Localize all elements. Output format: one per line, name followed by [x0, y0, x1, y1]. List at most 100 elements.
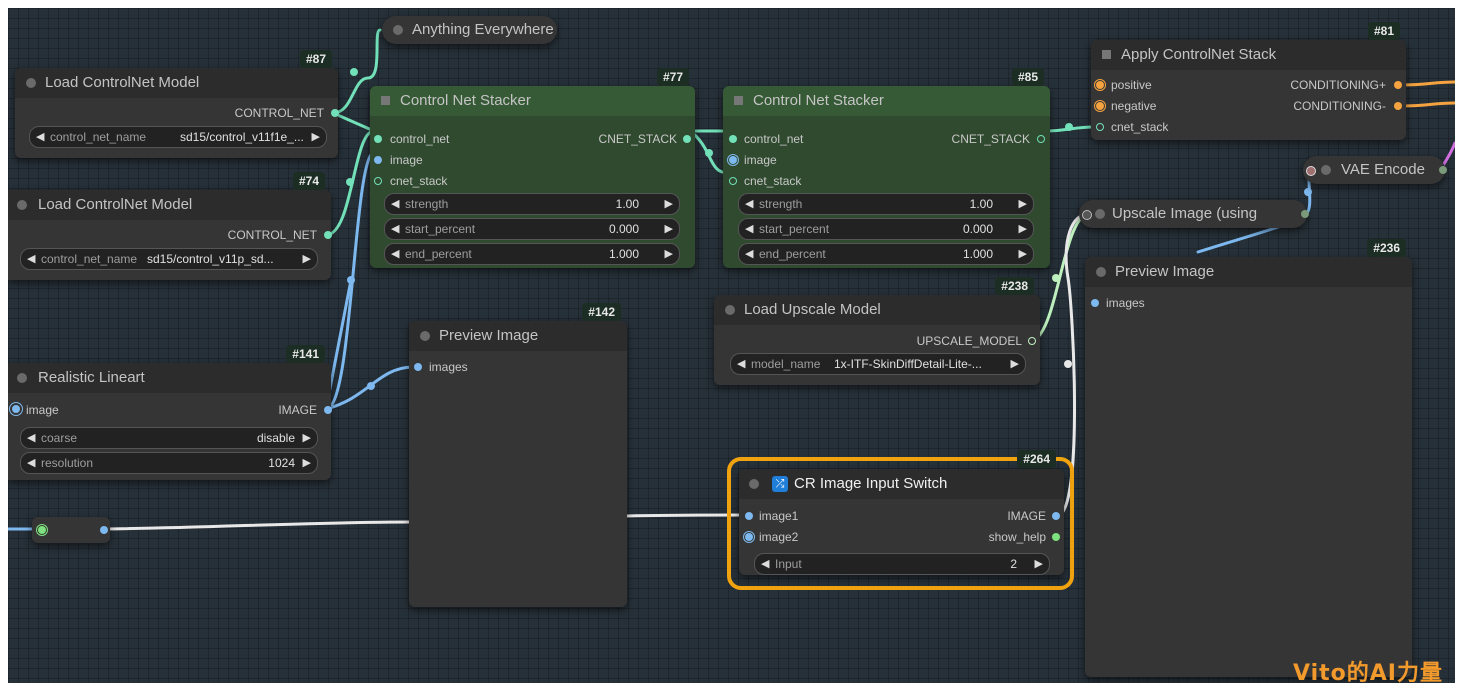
- output-pin[interactable]: [331, 109, 339, 117]
- input-pin[interactable]: [1096, 81, 1104, 89]
- input-pin[interactable]: [374, 156, 382, 164]
- output-pin[interactable]: [1052, 512, 1060, 520]
- collapse-dot-icon[interactable]: [420, 331, 430, 341]
- input-number[interactable]: ◀ Input 2 ▶: [754, 553, 1050, 575]
- input-pin[interactable]: [745, 533, 753, 541]
- arrow-right-icon[interactable]: ▶: [303, 428, 311, 448]
- arrow-left-icon[interactable]: ◀: [745, 194, 753, 214]
- collapse-dot-icon[interactable]: [725, 305, 735, 315]
- input-pin[interactable]: [12, 405, 20, 413]
- input-pin[interactable]: [729, 156, 737, 164]
- widget-value: disable: [256, 431, 295, 445]
- input-pin[interactable]: [1091, 299, 1099, 307]
- arrow-left-icon[interactable]: ◀: [27, 453, 35, 473]
- collapse-dot-icon[interactable]: [1095, 209, 1105, 219]
- widget-label: Input: [775, 557, 802, 571]
- arrow-right-icon[interactable]: ▶: [1011, 354, 1019, 374]
- collapse-square-icon[interactable]: [734, 96, 743, 105]
- output-pin[interactable]: [1037, 135, 1045, 143]
- apply-controlnet-stack-node[interactable]: #81 Apply ControlNet Stack positive nega…: [1091, 22, 1406, 140]
- widget-label: strength: [759, 197, 803, 211]
- arrow-left-icon[interactable]: ◀: [27, 428, 35, 448]
- coarse-combo[interactable]: ◀ coarse disable ▶: [20, 427, 318, 449]
- arrow-right-icon[interactable]: ▶: [303, 249, 311, 269]
- load-controlnet-node-87[interactable]: #87 Load ControlNet Model CONTROL_NET ◀ …: [15, 50, 339, 158]
- upscale-image-node[interactable]: Upscale Image (using: [1079, 200, 1309, 228]
- input-pin[interactable]: [729, 135, 737, 143]
- input-pin[interactable]: [374, 135, 382, 143]
- start-percent-number[interactable]: ◀ start_percent 0.000 ▶: [738, 218, 1034, 240]
- arrow-left-icon[interactable]: ◀: [737, 354, 745, 374]
- control-net-name-combo[interactable]: ◀ control_net_name sd15/control_v11p_sd.…: [20, 248, 318, 270]
- arrow-right-icon[interactable]: ▶: [665, 194, 673, 214]
- load-controlnet-node-74[interactable]: #74 Load ControlNet Model CONTROL_NET ◀ …: [8, 172, 332, 280]
- input-pin[interactable]: [1096, 123, 1104, 131]
- arrow-left-icon[interactable]: ◀: [391, 219, 399, 239]
- collapse-dot-icon[interactable]: [17, 200, 27, 210]
- output-pin[interactable]: [1394, 81, 1402, 89]
- output-pin[interactable]: [1301, 210, 1309, 218]
- collapse-dot-icon[interactable]: [393, 25, 403, 35]
- output-pin[interactable]: [1028, 337, 1036, 345]
- control-net-stacker-node-77[interactable]: #77 Control Net Stacker control_net imag…: [370, 68, 695, 268]
- strength-number[interactable]: ◀ strength 1.00 ▶: [738, 193, 1034, 215]
- output-pin[interactable]: [683, 135, 691, 143]
- input-pin[interactable]: [414, 363, 422, 371]
- anything-everywhere-node[interactable]: Anything Everywhere: [382, 16, 557, 44]
- arrow-left-icon[interactable]: ◀: [391, 194, 399, 214]
- arrow-left-icon[interactable]: ◀: [745, 219, 753, 239]
- arrow-right-icon[interactable]: ▶: [665, 219, 673, 239]
- model-name-combo[interactable]: ◀ model_name 1x-ITF-SkinDiffDetail-Lite-…: [730, 353, 1026, 375]
- arrow-right-icon[interactable]: ▶: [1019, 244, 1027, 264]
- input-pin[interactable]: [38, 526, 46, 534]
- end-percent-number[interactable]: ◀ end_percent 1.000 ▶: [738, 243, 1034, 265]
- reroute-node[interactable]: [32, 517, 110, 543]
- cr-image-input-switch-node[interactable]: #264 ⤮ CR Image Input Switch image1 imag…: [739, 450, 1064, 575]
- arrow-left-icon[interactable]: ◀: [391, 244, 399, 264]
- widget-label: control_net_name: [41, 252, 138, 266]
- arrow-right-icon[interactable]: ▶: [1035, 554, 1043, 574]
- collapse-dot-icon[interactable]: [17, 373, 27, 383]
- vae-encode-node[interactable]: VAE Encode: [1303, 156, 1447, 184]
- resolution-number[interactable]: ◀ resolution 1024 ▶: [20, 452, 318, 474]
- preview-image-node-142[interactable]: #142 Preview Image images: [409, 303, 627, 607]
- input-pin[interactable]: [1096, 102, 1104, 110]
- arrow-left-icon[interactable]: ◀: [36, 127, 44, 147]
- widget-value: 0.000: [608, 222, 639, 236]
- input-pin[interactable]: [374, 177, 382, 185]
- node-graph-canvas[interactable]: Anything Everywhere #87 Load ControlNet …: [8, 8, 1455, 683]
- output-pin[interactable]: [1439, 166, 1447, 174]
- control-net-stacker-node-85[interactable]: #85 Control Net Stacker control_net imag…: [723, 68, 1050, 268]
- arrow-right-icon[interactable]: ▶: [665, 244, 673, 264]
- output-pin[interactable]: [324, 231, 332, 239]
- output-pin[interactable]: [1052, 533, 1060, 541]
- collapse-square-icon[interactable]: [1102, 50, 1111, 59]
- preview-image-node-236[interactable]: #236 Preview Image images: [1085, 239, 1412, 677]
- arrow-left-icon[interactable]: ◀: [761, 554, 769, 574]
- start-percent-number[interactable]: ◀ start_percent 0.000 ▶: [384, 218, 680, 240]
- arrow-left-icon[interactable]: ◀: [745, 244, 753, 264]
- input-pin[interactable]: [745, 512, 753, 520]
- output-pin[interactable]: [324, 406, 332, 414]
- collapse-dot-icon[interactable]: [1321, 165, 1331, 175]
- arrow-right-icon[interactable]: ▶: [1019, 219, 1027, 239]
- arrow-left-icon[interactable]: ◀: [27, 249, 35, 269]
- output-pin[interactable]: [100, 526, 108, 534]
- node-header: Control Net Stacker: [723, 86, 1050, 116]
- output-pin[interactable]: [1394, 102, 1402, 110]
- input-pin[interactable]: [1082, 210, 1092, 220]
- realistic-lineart-node[interactable]: #141 Realistic Lineart image IMAGE ◀ coa…: [8, 345, 332, 480]
- collapse-dot-icon[interactable]: [749, 479, 759, 489]
- control-net-name-combo[interactable]: ◀ control_net_name sd15/control_v11f1e_.…: [29, 126, 327, 148]
- arrow-right-icon[interactable]: ▶: [303, 453, 311, 473]
- end-percent-number[interactable]: ◀ end_percent 1.000 ▶: [384, 243, 680, 265]
- collapse-dot-icon[interactable]: [26, 78, 36, 88]
- collapse-square-icon[interactable]: [381, 96, 390, 105]
- strength-number[interactable]: ◀ strength 1.00 ▶: [384, 193, 680, 215]
- input-pin[interactable]: [729, 177, 737, 185]
- load-upscale-model-node[interactable]: #238 Load Upscale Model UPSCALE_MODEL ◀ …: [714, 277, 1040, 385]
- input-pin[interactable]: [1306, 166, 1316, 176]
- collapse-dot-icon[interactable]: [1096, 267, 1106, 277]
- arrow-right-icon[interactable]: ▶: [1019, 194, 1027, 214]
- arrow-right-icon[interactable]: ▶: [312, 127, 320, 147]
